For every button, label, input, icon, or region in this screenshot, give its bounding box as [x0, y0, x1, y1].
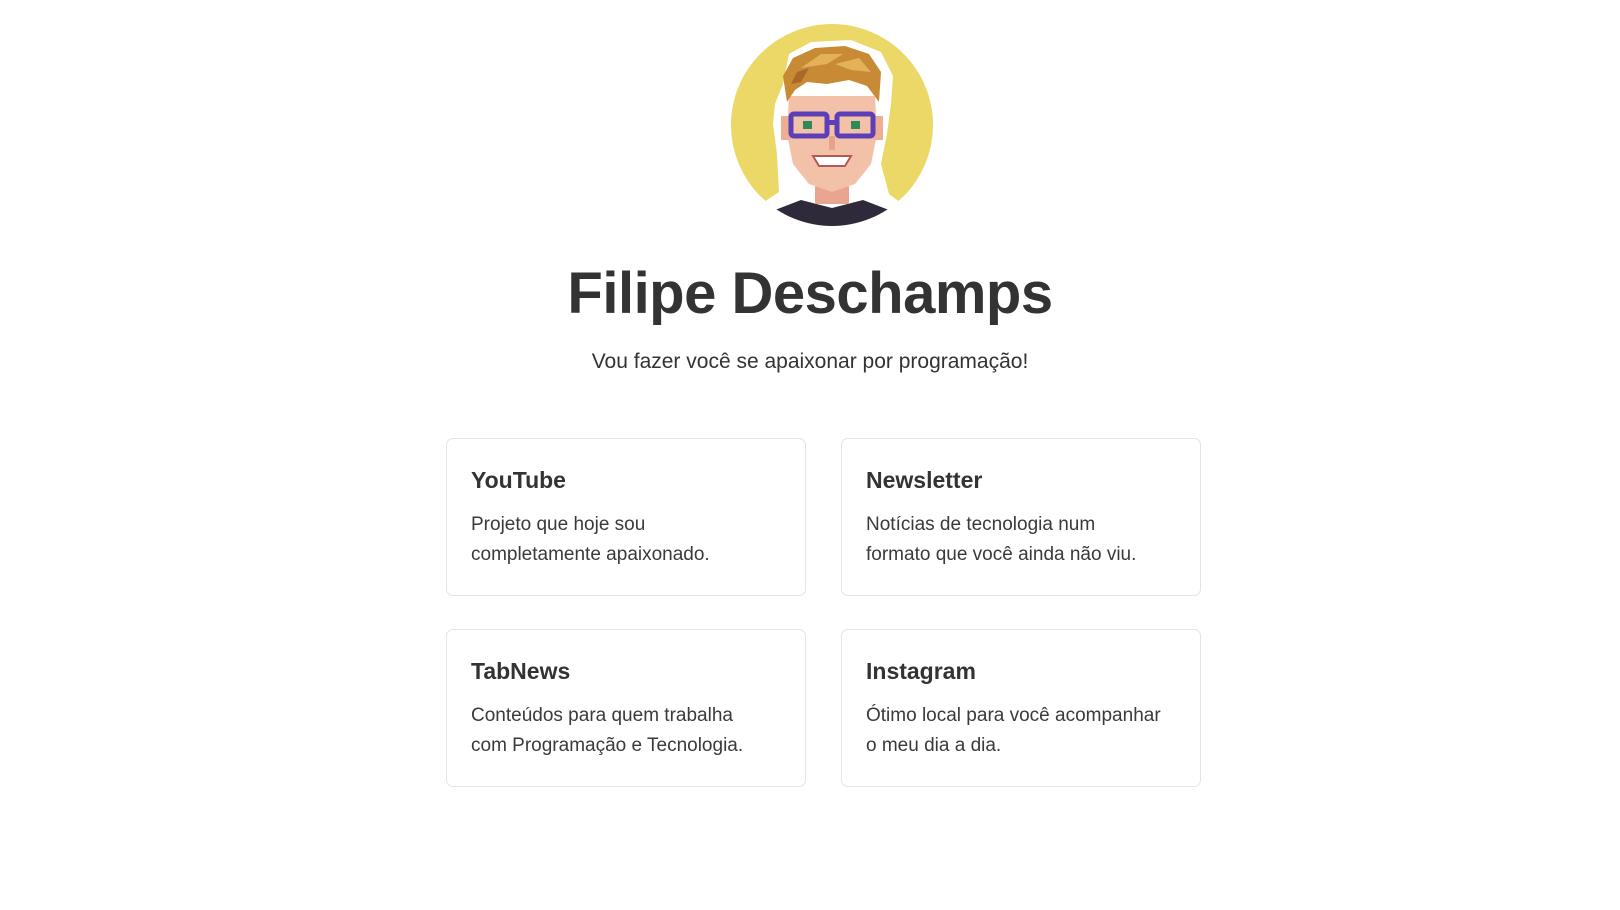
link-card-youtube[interactable]: YouTube Projeto que hoje sou completamen… [446, 438, 806, 596]
card-description: Notícias de tecnologia num formato que v… [866, 510, 1176, 570]
card-description-line: Ótimo local para você acompanhar [866, 705, 1161, 726]
avatar [731, 24, 933, 226]
card-title: YouTube [471, 467, 566, 493]
card-description: Conteúdos para quem trabalha com Program… [471, 701, 781, 761]
page: Filipe Deschamps Vou fazer você se apaix… [0, 0, 1620, 910]
card-description: Ótimo local para você acompanhar o meu d… [866, 701, 1176, 761]
card-description-line: Notícias de tecnologia num [866, 514, 1096, 535]
card-description-line: completamente apaixonado. [471, 544, 710, 565]
link-card-instagram[interactable]: Instagram Ótimo local para você acompanh… [841, 629, 1201, 787]
card-description-line: com Programação e Tecnologia. [471, 735, 744, 756]
link-card-tabnews[interactable]: TabNews Conteúdos para quem trabalha com… [446, 629, 806, 787]
card-title: Newsletter [866, 467, 983, 493]
pixel-art-avatar-icon [755, 40, 909, 226]
link-card-newsletter[interactable]: Newsletter Notícias de tecnologia num fo… [841, 438, 1201, 596]
card-description-line: Conteúdos para quem trabalha [471, 705, 733, 726]
card-description-line: o meu dia a dia. [866, 735, 1002, 756]
card-description-line: Projeto que hoje sou [471, 514, 646, 535]
page-title: Filipe Deschamps [567, 261, 1053, 326]
card-description: Projeto que hoje sou completamente apaix… [471, 510, 781, 570]
card-description-line: formato que você ainda não viu. [866, 544, 1137, 565]
page-subtitle: Vou fazer você se apaixonar por programa… [591, 350, 1029, 373]
card-title: Instagram [866, 658, 976, 684]
card-title: TabNews [471, 658, 571, 684]
